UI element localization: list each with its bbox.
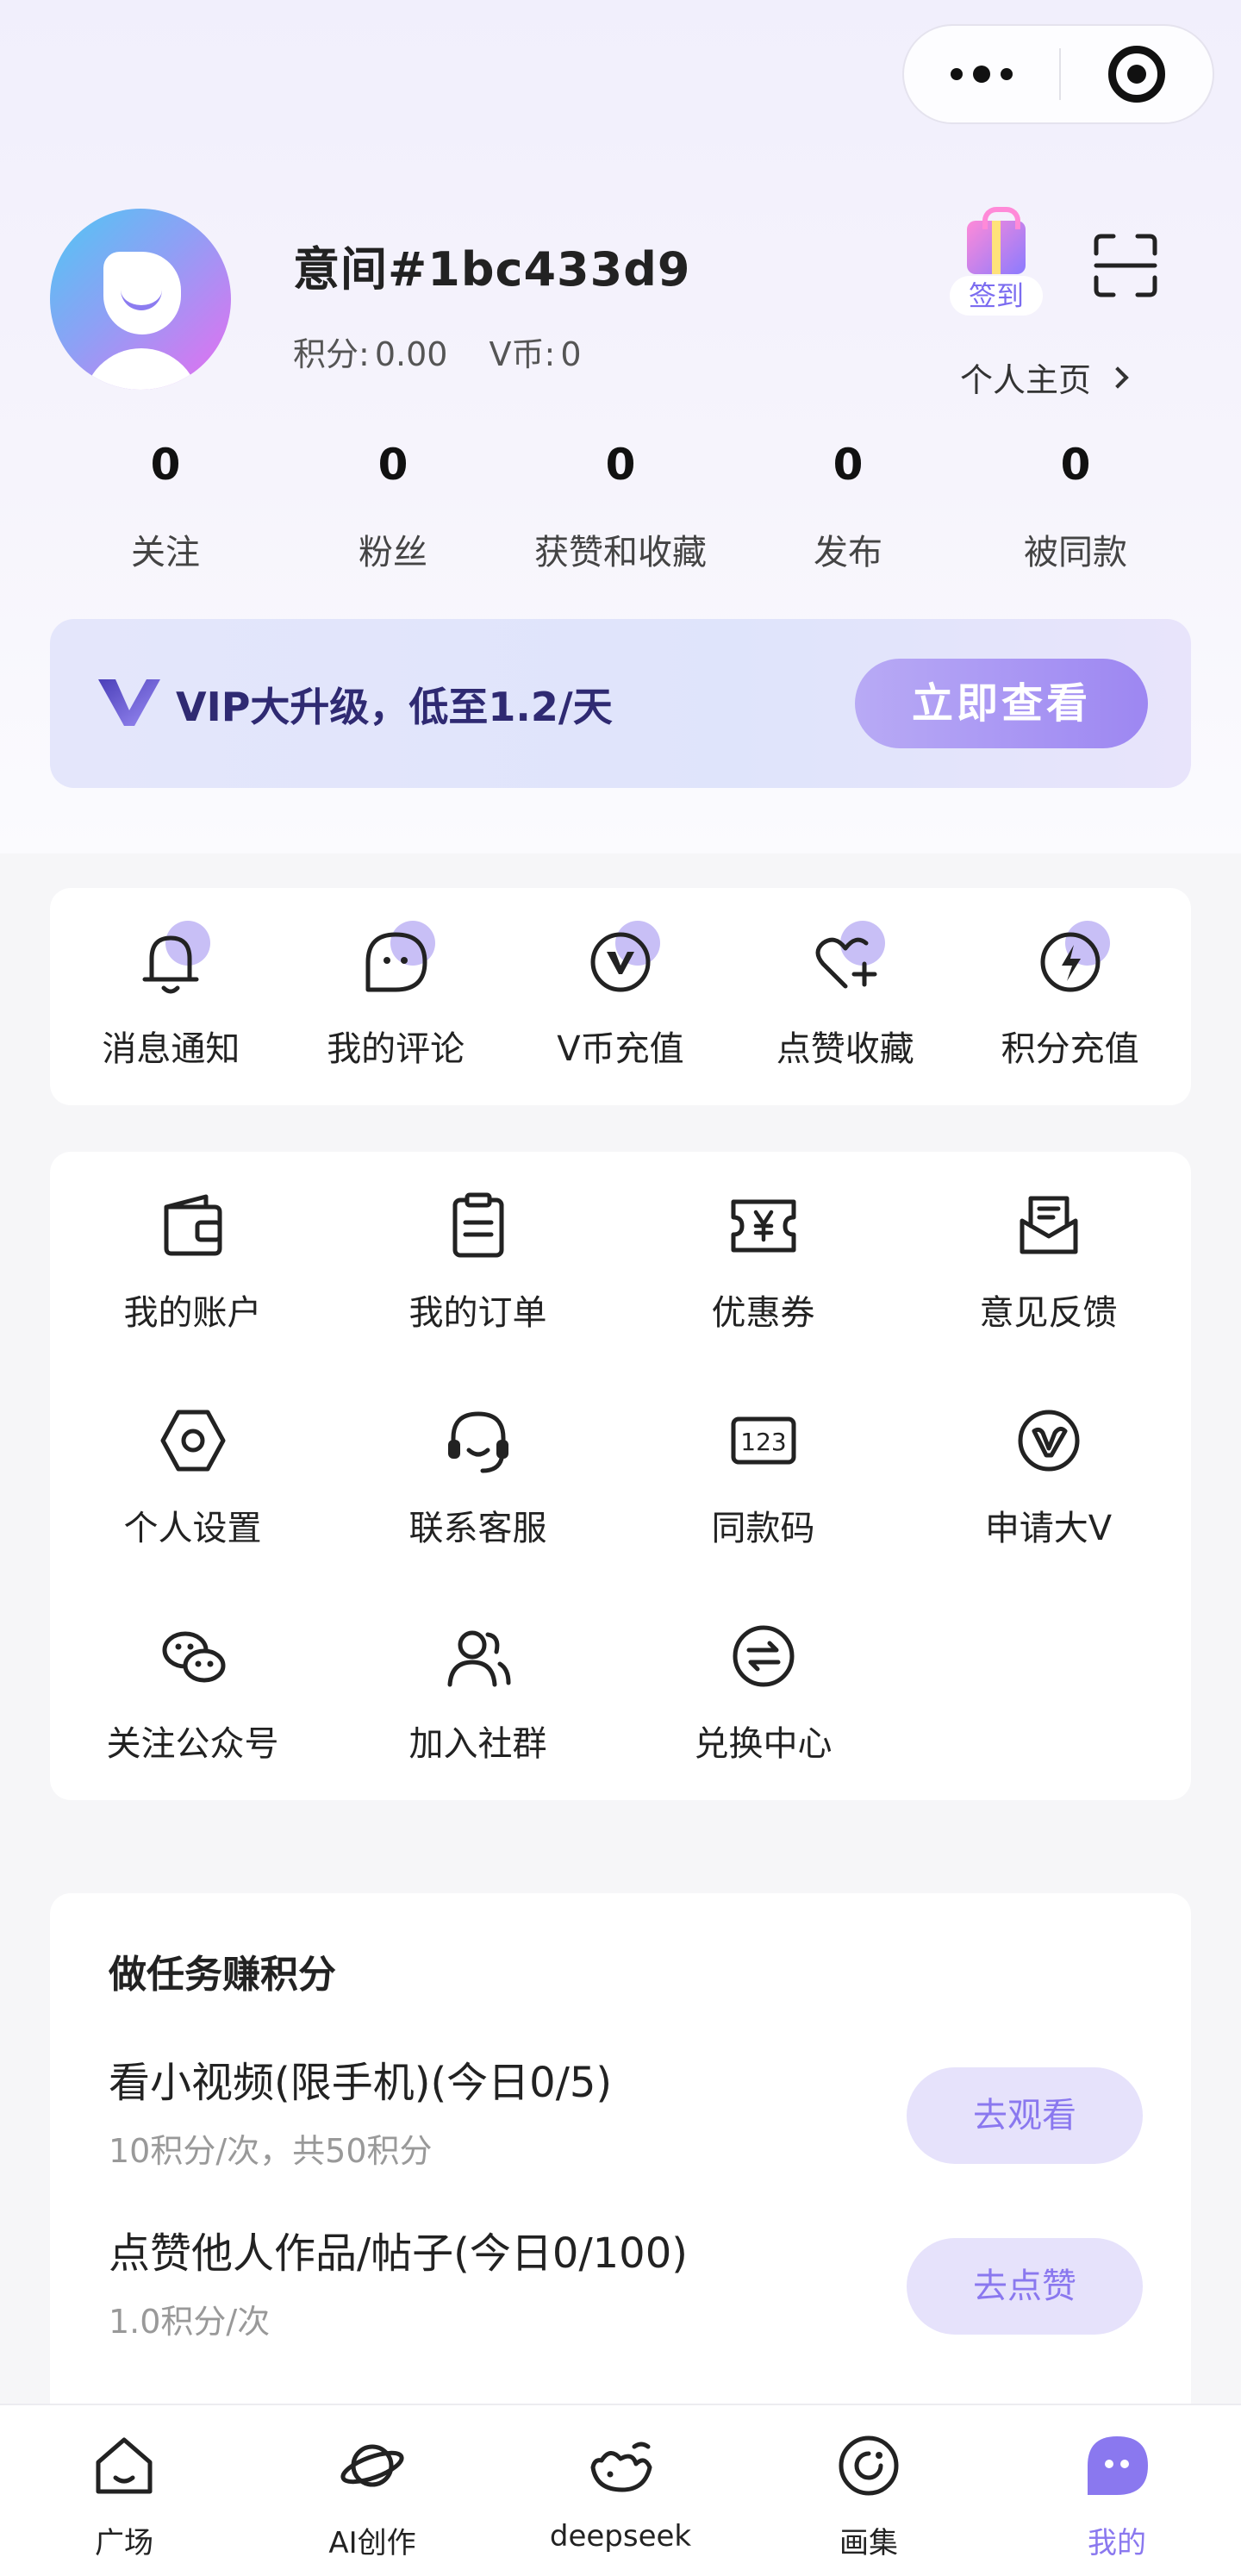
big-v-icon	[1018, 1410, 1079, 1472]
services-card: 我的账户 我的订单 优惠券 意见反馈 个人设置 联系客服 123 同款码 申请大	[50, 1152, 1191, 1800]
service-follow-official-account[interactable]: 关注公众号	[50, 1617, 335, 1833]
service-my-account[interactable]: 我的账户	[50, 1186, 335, 1402]
homepage-link[interactable]: 个人主页	[960, 353, 1129, 401]
headset-icon	[447, 1411, 508, 1473]
task-like-button[interactable]: 去点赞	[907, 2238, 1143, 2335]
task-watch-video: 看小视频(限手机)(今日0/5) 10积分/次，共50积分 去观看	[109, 2048, 1143, 2204]
quick-vcoin-recharge[interactable]: V币充值	[508, 888, 733, 1105]
more-menu-button[interactable]	[904, 26, 1059, 122]
miniprogram-capsule	[902, 24, 1214, 124]
points-label: 积分:	[293, 335, 370, 373]
profile-counters: 0 关注 0 粉丝 0 获赞和收藏 0 发布 0 被同款	[52, 440, 1189, 574]
tab-mine[interactable]: 我的	[993, 2405, 1241, 2576]
task-like-works: 点赞他人作品/帖子(今日0/100) 1.0积分/次 去点赞	[109, 2219, 1143, 2374]
gift-icon	[967, 207, 1026, 274]
v-coin-icon	[577, 919, 664, 1005]
wechat-icon	[162, 1631, 225, 1683]
service-same-style-code[interactable]: 123 同款码	[620, 1402, 906, 1617]
quick-my-comments[interactable]: 我的评论	[284, 888, 508, 1105]
mine-chat-icon	[1088, 2436, 1148, 2495]
lightning-icon	[1027, 919, 1113, 1005]
counter-published[interactable]: 0 发布	[734, 440, 962, 574]
bell-icon	[128, 919, 214, 1005]
code-123-icon: 123	[731, 1416, 795, 1465]
vcoin-value: 0	[560, 335, 582, 373]
checkin-label: 签到	[950, 276, 1043, 316]
service-customer-support[interactable]: 联系客服	[335, 1402, 620, 1617]
balance-line: 积分: 0.00 V币: 0	[293, 328, 587, 375]
planet-icon	[340, 2444, 404, 2487]
home-icon	[96, 2437, 153, 2494]
service-coupons[interactable]: 优惠券	[620, 1186, 906, 1402]
hexagon-settings-icon	[160, 1410, 225, 1472]
avatar[interactable]	[50, 209, 231, 390]
counter-same-style[interactable]: 0 被同款	[962, 440, 1189, 574]
mail-icon	[1020, 1196, 1077, 1254]
target-icon	[1108, 46, 1165, 103]
scan-icon[interactable]	[1093, 233, 1158, 298]
tab-gallery[interactable]: 画集	[745, 2405, 993, 2576]
checkin-button[interactable]: 签到	[946, 203, 1046, 317]
clipboard-icon	[452, 1192, 503, 1258]
heart-plus-icon	[802, 919, 889, 1005]
vip-view-button[interactable]: 立即查看	[855, 659, 1148, 748]
vcoin-label: V币:	[489, 335, 556, 373]
wallet-icon	[164, 1194, 221, 1256]
tab-square[interactable]: 广场	[0, 2405, 248, 2576]
service-feedback[interactable]: 意见反馈	[906, 1186, 1191, 1402]
tasks-title: 做任务赚积分	[109, 1953, 336, 1997]
task-watch-button[interactable]: 去观看	[907, 2067, 1143, 2164]
comment-icon	[352, 919, 439, 1005]
group-icon	[447, 1630, 510, 1687]
service-exchange-center[interactable]: 兑换中心	[620, 1617, 906, 1833]
points-value: 0.00	[374, 335, 448, 373]
homepage-label: 个人主页	[960, 361, 1092, 399]
counter-following[interactable]: 0 关注	[52, 440, 279, 574]
service-personal-settings[interactable]: 个人设置	[50, 1402, 335, 1617]
tab-deepseek[interactable]: deepseek	[496, 2405, 745, 2576]
quick-points-recharge[interactable]: 积分充值	[957, 888, 1182, 1105]
gallery-icon	[839, 2435, 899, 2496]
vip-text: VIP大升级，低至1.2/天	[176, 684, 613, 730]
quick-likes-favorites[interactable]: 点赞收藏	[733, 888, 957, 1105]
vip-banner[interactable]: VIP大升级，低至1.2/天 立即查看	[50, 619, 1191, 788]
quick-notifications[interactable]: 消息通知	[59, 888, 284, 1105]
chevron-right-icon	[1107, 366, 1129, 389]
service-join-community[interactable]: 加入社群	[335, 1617, 620, 1833]
coupon-icon	[731, 1199, 795, 1253]
exchange-icon	[733, 1625, 794, 1687]
vip-v-logo-icon	[98, 679, 160, 726]
whale-icon	[590, 2442, 652, 2492]
service-my-orders[interactable]: 我的订单	[335, 1186, 620, 1402]
service-apply-big-v[interactable]: 申请大V	[906, 1402, 1191, 1617]
counter-fans[interactable]: 0 粉丝	[279, 440, 507, 574]
username: 意间#1bc433d9	[293, 242, 691, 297]
counter-likes-favorites[interactable]: 0 获赞和收藏	[507, 440, 734, 574]
tab-ai-create[interactable]: AI创作	[248, 2405, 496, 2576]
svg-text:123: 123	[740, 1428, 786, 1456]
close-miniprogram-button[interactable]	[1061, 46, 1213, 103]
quick-actions-card: 消息通知 我的评论 V币充值 点赞收藏 积分充值	[50, 888, 1191, 1105]
bottom-tabbar: 广场 AI创作 deepseek 画集 我的	[0, 2404, 1241, 2576]
